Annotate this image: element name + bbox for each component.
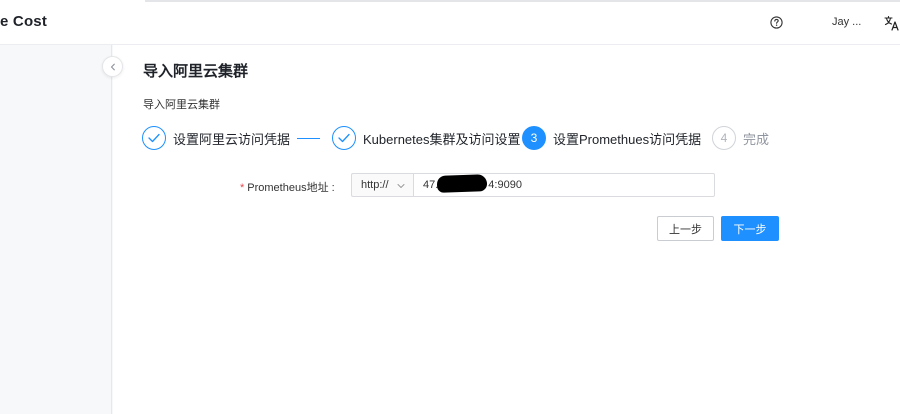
step-connector	[297, 138, 320, 139]
step-4: 4 完成	[712, 126, 769, 150]
check-icon	[142, 126, 166, 150]
step-1: 设置阿里云访问凭据	[142, 126, 290, 150]
chevron-left-icon	[109, 58, 117, 76]
step-label: 设置阿里云访问凭据	[173, 131, 291, 147]
sidebar	[0, 45, 112, 414]
step-3: 3 设置Promethues访问凭据	[522, 126, 701, 150]
protocol-value: http://	[361, 179, 389, 191]
chevron-down-icon	[397, 181, 405, 189]
check-icon	[332, 126, 356, 150]
address-prefix: 47.	[423, 179, 439, 191]
top-bar: e Cost Jay ...	[0, 0, 900, 45]
step-label: Kubernetes集群及访问设置	[363, 131, 521, 147]
redaction-mark	[436, 174, 488, 193]
step-number: 4	[712, 126, 736, 150]
address-suffix: 4:9090	[488, 179, 522, 191]
required-mark: *	[240, 182, 245, 194]
top-divider	[145, 0, 900, 2]
label-text: Prometheus地址 :	[247, 182, 335, 194]
translate-icon[interactable]	[884, 15, 900, 31]
step-2: Kubernetes集群及访问设置	[332, 126, 521, 150]
step-label: 设置Promethues访问凭据	[553, 131, 702, 147]
next-step-button[interactable]: 下一步	[721, 216, 779, 241]
breadcrumb: 导入阿里云集群	[143, 99, 220, 111]
step-number: 3	[522, 126, 546, 150]
prometheus-address-label: * Prometheus地址 :	[240, 179, 335, 195]
protocol-select[interactable]: http://	[351, 173, 413, 197]
user-menu[interactable]: Jay ...	[832, 16, 861, 28]
question-circle-icon[interactable]	[770, 16, 783, 29]
main-panel	[113, 45, 900, 414]
sidebar-collapse-button[interactable]	[102, 56, 123, 77]
previous-step-button[interactable]: 上一步	[657, 216, 714, 241]
page-title: 导入阿里云集群	[143, 63, 249, 80]
step-label: 完成	[743, 131, 770, 147]
app-title: e Cost	[0, 13, 48, 30]
